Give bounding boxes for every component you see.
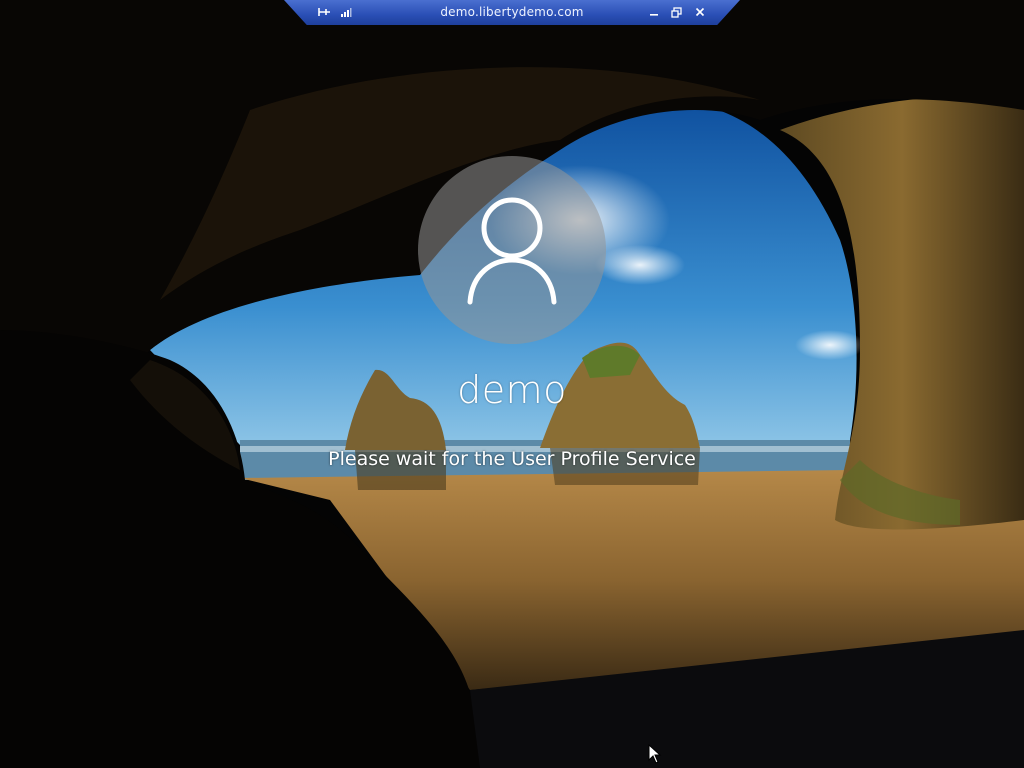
user-silhouette-icon (467, 197, 557, 305)
restore-icon[interactable] (668, 4, 684, 20)
remote-desktop-connection-bar: demo.libertydemo.com (284, 0, 740, 25)
user-avatar (418, 156, 606, 344)
close-icon[interactable] (692, 4, 708, 20)
mouse-cursor-icon (648, 744, 662, 764)
minimize-icon[interactable] (646, 4, 662, 20)
status-message: Please wait for the User Profile Service (328, 448, 696, 470)
remote-desktop-screen: demo.libertydemo.com demo Please wait fo… (0, 0, 1024, 768)
user-name: demo (457, 368, 567, 412)
